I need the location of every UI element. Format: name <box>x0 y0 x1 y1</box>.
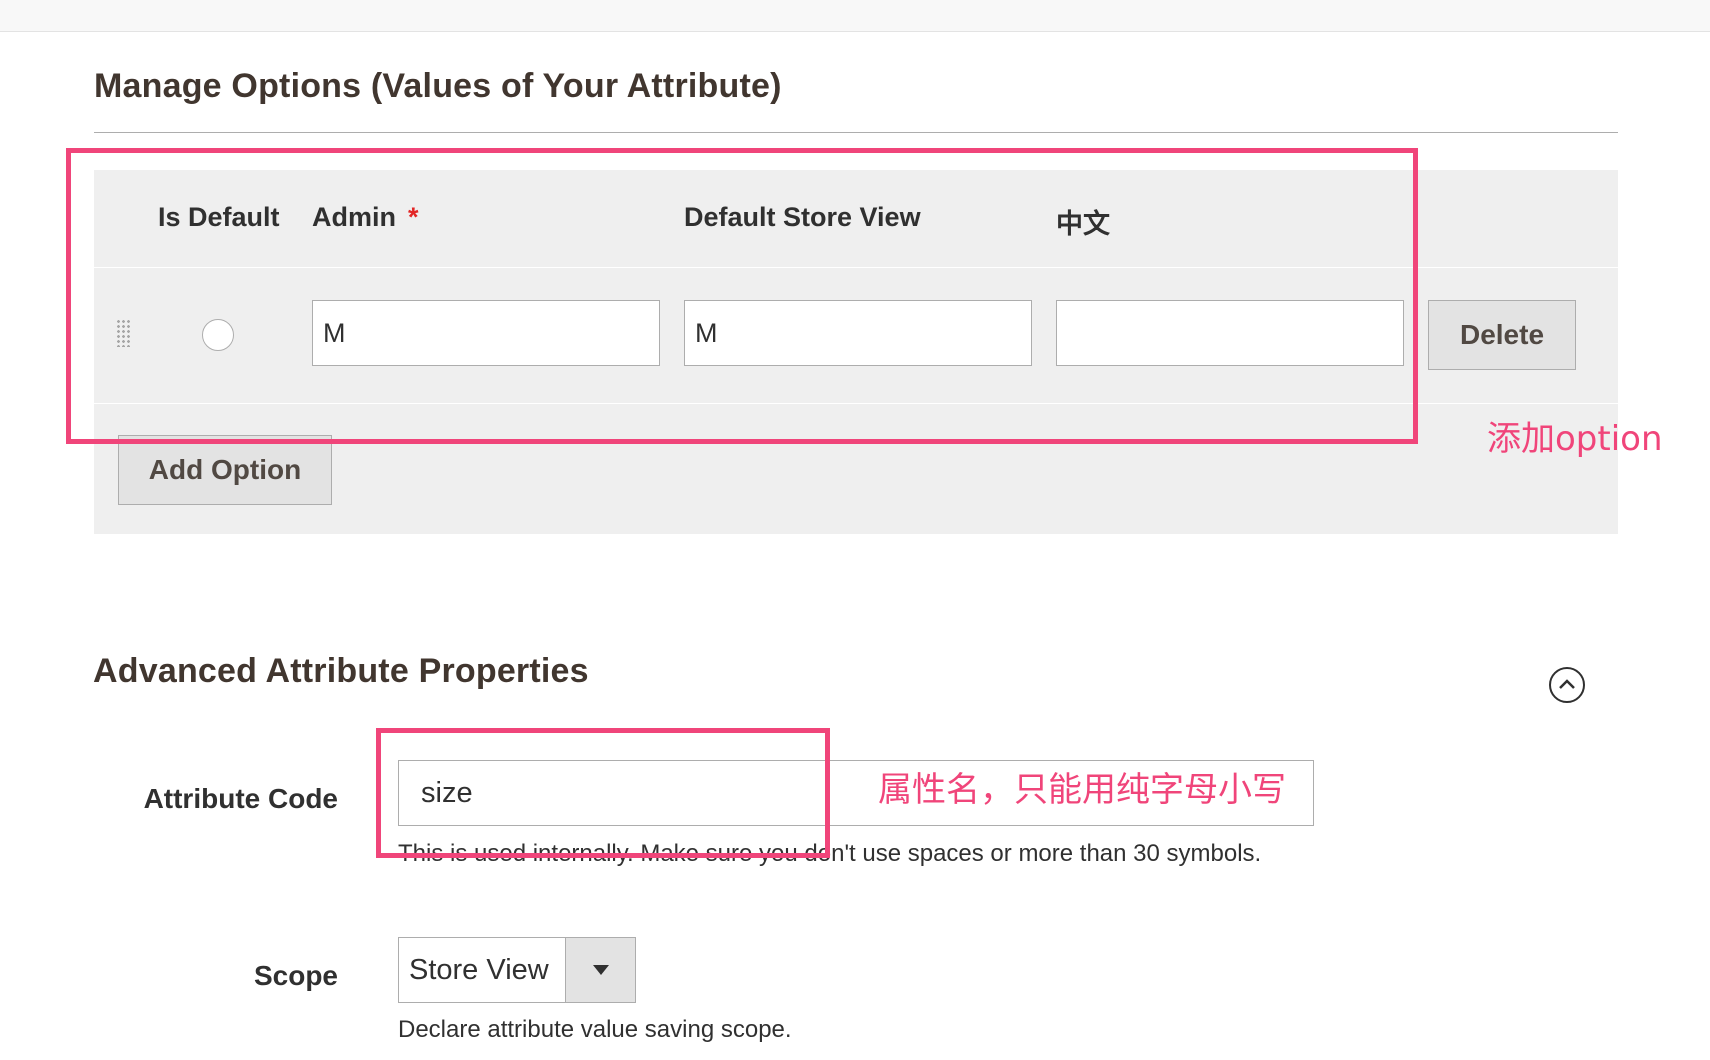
scope-selected-value: Store View <box>409 954 549 986</box>
chevron-up-circle-icon[interactable] <box>1549 667 1585 703</box>
annotation-add-option-note: 添加option <box>1487 419 1663 459</box>
delete-option-button[interactable]: Delete <box>1428 300 1576 370</box>
annotation-box-options <box>66 148 1418 444</box>
annotation-attribute-code-note: 属性名，只能用纯字母小写 <box>878 770 1286 810</box>
attribute-code-label: Attribute Code <box>143 783 338 814</box>
advanced-properties-title: Advanced Attribute Properties <box>93 652 589 690</box>
chevron-down-icon[interactable] <box>565 938 635 1002</box>
annotation-box-attribute-code <box>376 728 830 858</box>
scope-note: Declare attribute value saving scope. <box>398 1016 792 1043</box>
scope-label: Scope <box>253 960 338 991</box>
scope-select[interactable]: Store View <box>398 937 636 1003</box>
add-option-button[interactable]: Add Option <box>118 435 332 505</box>
top-strip <box>0 0 1710 32</box>
section-divider <box>94 132 1618 133</box>
manage-options-title: Manage Options (Values of Your Attribute… <box>94 67 782 105</box>
